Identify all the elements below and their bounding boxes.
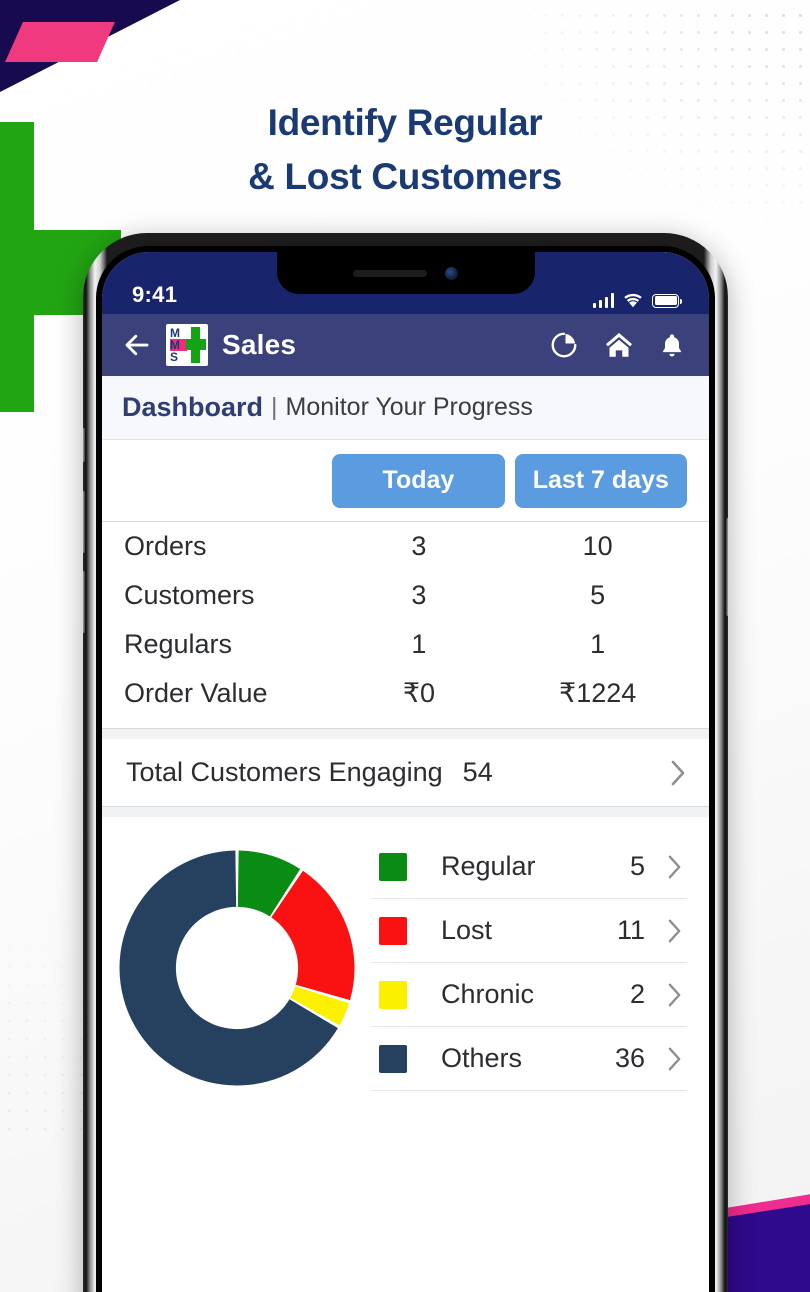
promo-page: Identify Regular & Lost Customers 9:41 M… xyxy=(0,0,810,1292)
dashboard-strip: Dashboard | Monitor Your Progress xyxy=(102,376,709,440)
stat-value-today: ₹0 xyxy=(402,678,436,708)
swatch-regular xyxy=(379,852,407,881)
wifi-icon xyxy=(624,293,642,308)
chevron-right-icon[interactable] xyxy=(667,1046,683,1072)
period-tabs: Today Last 7 days xyxy=(102,440,709,522)
app-title: Sales xyxy=(222,329,297,360)
legend-label: Regular xyxy=(441,851,536,881)
customer-breakdown-chart: Regular 5 Lost 11 Chronic 2 Others 36 xyxy=(102,817,709,1098)
legend-value: 36 xyxy=(614,1043,645,1073)
chevron-right-icon[interactable] xyxy=(670,759,687,787)
stat-value-today: 3 xyxy=(411,531,427,561)
volume-down-button[interactable] xyxy=(83,571,85,633)
table-row: Customers 3 5 xyxy=(102,571,709,620)
legend-label: Lost xyxy=(441,915,493,945)
swatch-chronic xyxy=(379,980,407,1009)
bell-icon[interactable] xyxy=(659,330,685,360)
earpiece-speaker xyxy=(353,269,427,277)
phone-screen: 9:41 M M S Sales Dashboard | Monitor You… xyxy=(102,252,709,1292)
chevron-right-icon[interactable] xyxy=(667,918,683,944)
front-camera xyxy=(445,266,458,280)
legend-value: 5 xyxy=(629,851,645,881)
table-row: Order Value ₹0 ₹1224 xyxy=(102,669,709,718)
promo-headline: Identify Regular & Lost Customers xyxy=(0,96,810,203)
chevron-right-icon[interactable] xyxy=(667,854,683,880)
mute-switch[interactable] xyxy=(83,428,85,462)
headline-line-2: & Lost Customers xyxy=(248,155,562,197)
donut-chart xyxy=(112,835,367,1098)
stat-value-last7: 5 xyxy=(590,580,606,610)
stat-label: Regulars xyxy=(124,629,233,659)
table-row: Orders 3 10 xyxy=(102,522,709,571)
stat-value-last7: 10 xyxy=(582,531,613,561)
section-gap-2 xyxy=(102,807,709,817)
stat-label: Order Value xyxy=(124,678,268,708)
legend-item-regular[interactable]: Regular 5 xyxy=(371,835,687,899)
engaging-label: Total Customers Engaging xyxy=(126,757,443,787)
legend-value: 2 xyxy=(629,979,645,1009)
total-customers-engaging-row[interactable]: Total Customers Engaging 54 xyxy=(102,739,709,807)
page-subtitle: Monitor Your Progress xyxy=(285,393,533,421)
swatch-lost xyxy=(379,916,407,945)
legend-item-chronic[interactable]: Chronic 2 xyxy=(371,963,687,1027)
stat-value-today: 3 xyxy=(411,580,427,610)
tab-today[interactable]: Today xyxy=(332,454,505,508)
swatch-others xyxy=(379,1044,407,1073)
chart-legend: Regular 5 Lost 11 Chronic 2 Others 36 xyxy=(367,835,687,1091)
pink-bar-decoration xyxy=(5,22,115,62)
battery-full-icon xyxy=(652,293,682,308)
stat-value-last7: 1 xyxy=(590,629,606,659)
legend-item-others[interactable]: Others 36 xyxy=(371,1027,687,1091)
stat-value-last7: ₹1224 xyxy=(559,678,637,708)
stat-value-today: 1 xyxy=(411,629,427,659)
power-button[interactable] xyxy=(726,518,728,616)
stat-label: Orders xyxy=(124,531,207,561)
cellular-signal-icon xyxy=(592,293,614,308)
mms-logo: M M S xyxy=(166,324,208,366)
legend-value: 11 xyxy=(616,915,645,945)
legend-item-lost[interactable]: Lost 11 xyxy=(371,899,687,963)
headline-line-1: Identify Regular xyxy=(267,102,543,143)
dashboard-content: Today Last 7 days Orders 3 10 Customers … xyxy=(102,440,709,1098)
status-clock: 9:41 xyxy=(132,282,178,307)
donut-chart-svg xyxy=(119,850,355,1086)
table-row: Regulars 1 1 xyxy=(102,620,709,669)
logo-letter-3: S xyxy=(170,350,179,365)
phone-mockup: 9:41 M M S Sales Dashboard | Monitor You… xyxy=(83,233,728,1292)
back-arrow-icon[interactable] xyxy=(122,330,152,360)
stat-label: Customers xyxy=(124,580,255,610)
page-title: Dashboard xyxy=(122,392,264,422)
logo-cross-horizontal xyxy=(186,339,206,350)
legend-label: Others xyxy=(441,1043,523,1073)
volume-up-button[interactable] xyxy=(83,491,85,553)
app-bar: M M S Sales xyxy=(102,314,709,376)
notch xyxy=(276,252,535,294)
title-separator: | xyxy=(271,393,278,421)
phone-bezel: 9:41 M M S Sales Dashboard | Monitor You… xyxy=(96,246,715,1292)
app-bar-actions xyxy=(549,330,685,360)
home-icon[interactable] xyxy=(603,330,635,360)
status-icons xyxy=(592,293,682,308)
pie-chart-icon[interactable] xyxy=(549,330,579,360)
chevron-right-icon[interactable] xyxy=(667,982,683,1008)
section-gap xyxy=(102,729,709,739)
status-bar: 9:41 xyxy=(102,252,709,314)
engaging-value: 54 xyxy=(462,757,493,787)
tab-last-7-days[interactable]: Last 7 days xyxy=(514,454,687,508)
legend-label: Chronic xyxy=(441,979,535,1009)
stats-table: Orders 3 10 Customers 3 5 Regulars 1 1 O… xyxy=(102,522,709,718)
